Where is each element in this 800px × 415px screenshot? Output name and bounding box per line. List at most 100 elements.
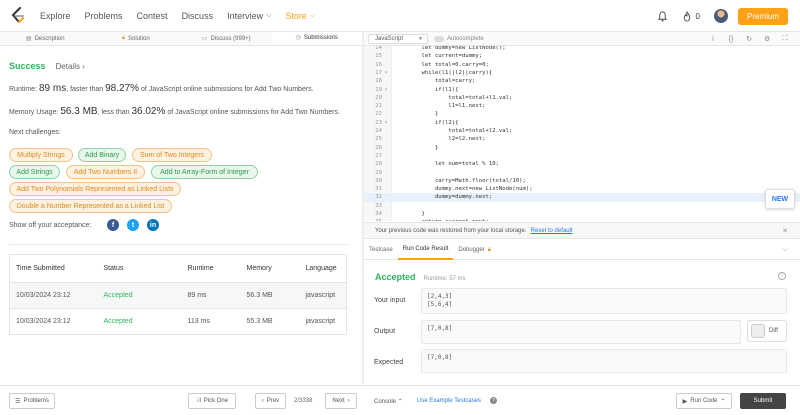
details-link[interactable]: Details › bbox=[56, 62, 85, 71]
nav-explore[interactable]: Explore bbox=[40, 11, 71, 21]
toggle-switch bbox=[751, 324, 765, 338]
code-line[interactable]: 16 let total=0,carry=0; bbox=[364, 61, 800, 69]
challenge-chip[interactable]: Sum of Two Integers bbox=[132, 148, 212, 162]
linkedin-icon[interactable]: in bbox=[147, 219, 159, 231]
code-editor[interactable]: 14 let dummy=new ListNode(); 15 let curre… bbox=[364, 46, 800, 221]
code-line[interactable]: 34 } bbox=[364, 210, 800, 218]
next-button[interactable]: Next › bbox=[325, 393, 357, 409]
autocomplete-toggle[interactable]: Autocomplete bbox=[434, 34, 484, 44]
code-line[interactable]: 17 ▾ while(l1||l2||carry){ bbox=[364, 69, 800, 77]
nav-problems[interactable]: Problems bbox=[85, 11, 123, 21]
memory-mid: , less than bbox=[97, 109, 132, 116]
challenge-chip[interactable]: Add Two Numbers II bbox=[66, 165, 145, 179]
prev-label: Prev bbox=[266, 398, 280, 404]
reset-to-default-link[interactable]: Reset to default bbox=[531, 228, 573, 234]
code-line[interactable]: 21 l1=l1.next; bbox=[364, 102, 800, 110]
fold-icon[interactable]: ▾ bbox=[382, 86, 390, 94]
code-line[interactable]: 29 bbox=[364, 169, 800, 177]
chevron-down-icon[interactable]: ⌵ bbox=[783, 246, 788, 254]
line-number: 15 bbox=[375, 53, 382, 60]
challenge-chip[interactable]: Add Binary bbox=[78, 148, 126, 162]
braces-icon[interactable]: {} bbox=[726, 34, 736, 44]
nav-interview[interactable]: Interview ⌵ bbox=[227, 11, 271, 21]
leetcode-logo-icon[interactable] bbox=[10, 6, 26, 25]
help-icon[interactable]: ? bbox=[490, 397, 497, 404]
nav-store[interactable]: Store ⌵ bbox=[285, 11, 315, 21]
code-line[interactable]: 35 return current.next; bbox=[364, 218, 800, 221]
pick-one-button[interactable]: ⤨ Pick One bbox=[188, 393, 236, 409]
challenge-chip[interactable]: Multiply Strings bbox=[9, 148, 73, 162]
code-line[interactable]: 33 bbox=[364, 202, 800, 210]
nav-contest[interactable]: Contest bbox=[137, 11, 168, 21]
problems-button[interactable]: ☰ Problems bbox=[9, 393, 55, 409]
use-example-testcases-link[interactable]: Use Example Testcases bbox=[417, 398, 481, 404]
tab-debugger[interactable]: Debugger 🔒︎ bbox=[453, 241, 496, 260]
notification-count: 0 bbox=[695, 11, 700, 21]
reset-icon[interactable]: ↻ bbox=[744, 34, 754, 44]
table-header: Memory bbox=[240, 254, 300, 283]
challenge-chip[interactable]: Add Strings bbox=[9, 165, 60, 179]
tab-testcase[interactable]: Testcase bbox=[364, 241, 398, 260]
settings-icon[interactable]: ⚙ bbox=[762, 34, 772, 44]
twitter-icon[interactable]: t bbox=[127, 219, 139, 231]
chevron-up-icon: ⌃ bbox=[720, 398, 726, 405]
cell-status-link[interactable]: Accepted bbox=[97, 308, 182, 335]
avatar[interactable] bbox=[713, 9, 728, 23]
new-badge[interactable]: NEW bbox=[765, 189, 795, 209]
facebook-icon[interactable]: f bbox=[107, 219, 119, 231]
code-line[interactable]: 28 let num=total % 10; bbox=[364, 160, 800, 168]
tab-submissions[interactable]: ◷ Submissions bbox=[271, 32, 362, 45]
next-label: Next bbox=[332, 398, 345, 404]
code-line[interactable]: 30 carry=Math.floor(total/10); bbox=[364, 177, 800, 185]
info-icon[interactable]: i bbox=[778, 272, 786, 280]
submit-button[interactable]: Submit bbox=[740, 393, 786, 409]
line-number: 23 bbox=[375, 119, 382, 126]
code-line[interactable]: 25 l2=l2.next; bbox=[364, 135, 800, 143]
tab-description-label: Description bbox=[34, 35, 65, 42]
fold-icon[interactable]: ▾ bbox=[382, 119, 390, 127]
line-number: 35 bbox=[364, 218, 382, 221]
fullscreen-icon[interactable]: ⛶ bbox=[780, 34, 790, 44]
challenge-chip[interactable]: Add Two Polynomials Represented as Linke… bbox=[9, 182, 181, 196]
cell-status-link[interactable]: Accepted bbox=[97, 282, 182, 309]
code-line[interactable]: 23 ▾ if(l2){ bbox=[364, 119, 800, 127]
console-button[interactable]: Console ⌃ bbox=[374, 398, 403, 405]
tab-description[interactable]: ▤ Description bbox=[0, 32, 91, 45]
code-line[interactable]: 32 dummy=dummy.next; bbox=[364, 193, 800, 202]
line-number: 24 bbox=[375, 128, 382, 134]
info-icon[interactable]: i bbox=[708, 34, 718, 44]
cell-time: 10/03/2024 23:12 bbox=[9, 308, 98, 335]
challenge-chip[interactable]: Double a Number Represented as a Linked … bbox=[9, 199, 172, 213]
code-line[interactable]: 24 total=total+l2.val; bbox=[364, 127, 800, 135]
diff-toggle[interactable]: Diff bbox=[747, 320, 787, 342]
code-line[interactable]: 20 total=total+l1.val; bbox=[364, 94, 800, 102]
challenge-chip[interactable]: Add to Array-Form of Integer bbox=[151, 165, 258, 179]
problem-tabs: ▤ Description 🔒︎ Solution ▭ Discuss (999+) … bbox=[0, 32, 362, 46]
nav-discuss[interactable]: Discuss bbox=[182, 11, 214, 21]
close-icon[interactable]: ✕ bbox=[782, 227, 788, 235]
tab-discuss[interactable]: ▭ Discuss (999+) bbox=[181, 32, 272, 45]
line-number: 33 bbox=[375, 202, 382, 209]
tab-run-code-result[interactable]: Run Code Result bbox=[397, 240, 454, 260]
input-label: Your input bbox=[374, 297, 406, 304]
restore-message: Your previous code was restored from you… bbox=[375, 227, 527, 234]
code-line[interactable]: 19 ▾ if(l1){ bbox=[364, 86, 800, 94]
result-summary: Success Details › bbox=[9, 61, 85, 71]
prev-button[interactable]: ‹ Prev bbox=[255, 393, 286, 409]
bell-icon[interactable] bbox=[656, 9, 670, 23]
language-select[interactable]: JavaScript ▼ bbox=[368, 34, 428, 44]
code-line[interactable]: 31 dummy.next=new ListNode(num); bbox=[364, 185, 800, 193]
code-line[interactable]: 15 let current=dummy; bbox=[364, 52, 800, 60]
clock-icon: ◷ bbox=[295, 35, 301, 41]
code-line[interactable]: 22 } bbox=[364, 110, 800, 118]
code-line[interactable]: 26 } bbox=[364, 144, 800, 152]
fold-icon[interactable]: ▾ bbox=[382, 69, 390, 77]
tab-solution[interactable]: 🔒︎ Solution bbox=[91, 32, 182, 45]
premium-button[interactable]: Premium bbox=[737, 7, 788, 25]
line-number: 26 bbox=[375, 144, 382, 151]
run-code-button[interactable]: ▶ Run Code ⌃ bbox=[676, 393, 732, 409]
fire-icon[interactable] bbox=[680, 9, 694, 23]
code-line[interactable]: 27 bbox=[364, 152, 800, 160]
code-line[interactable]: 18 total=carry; bbox=[364, 77, 800, 85]
